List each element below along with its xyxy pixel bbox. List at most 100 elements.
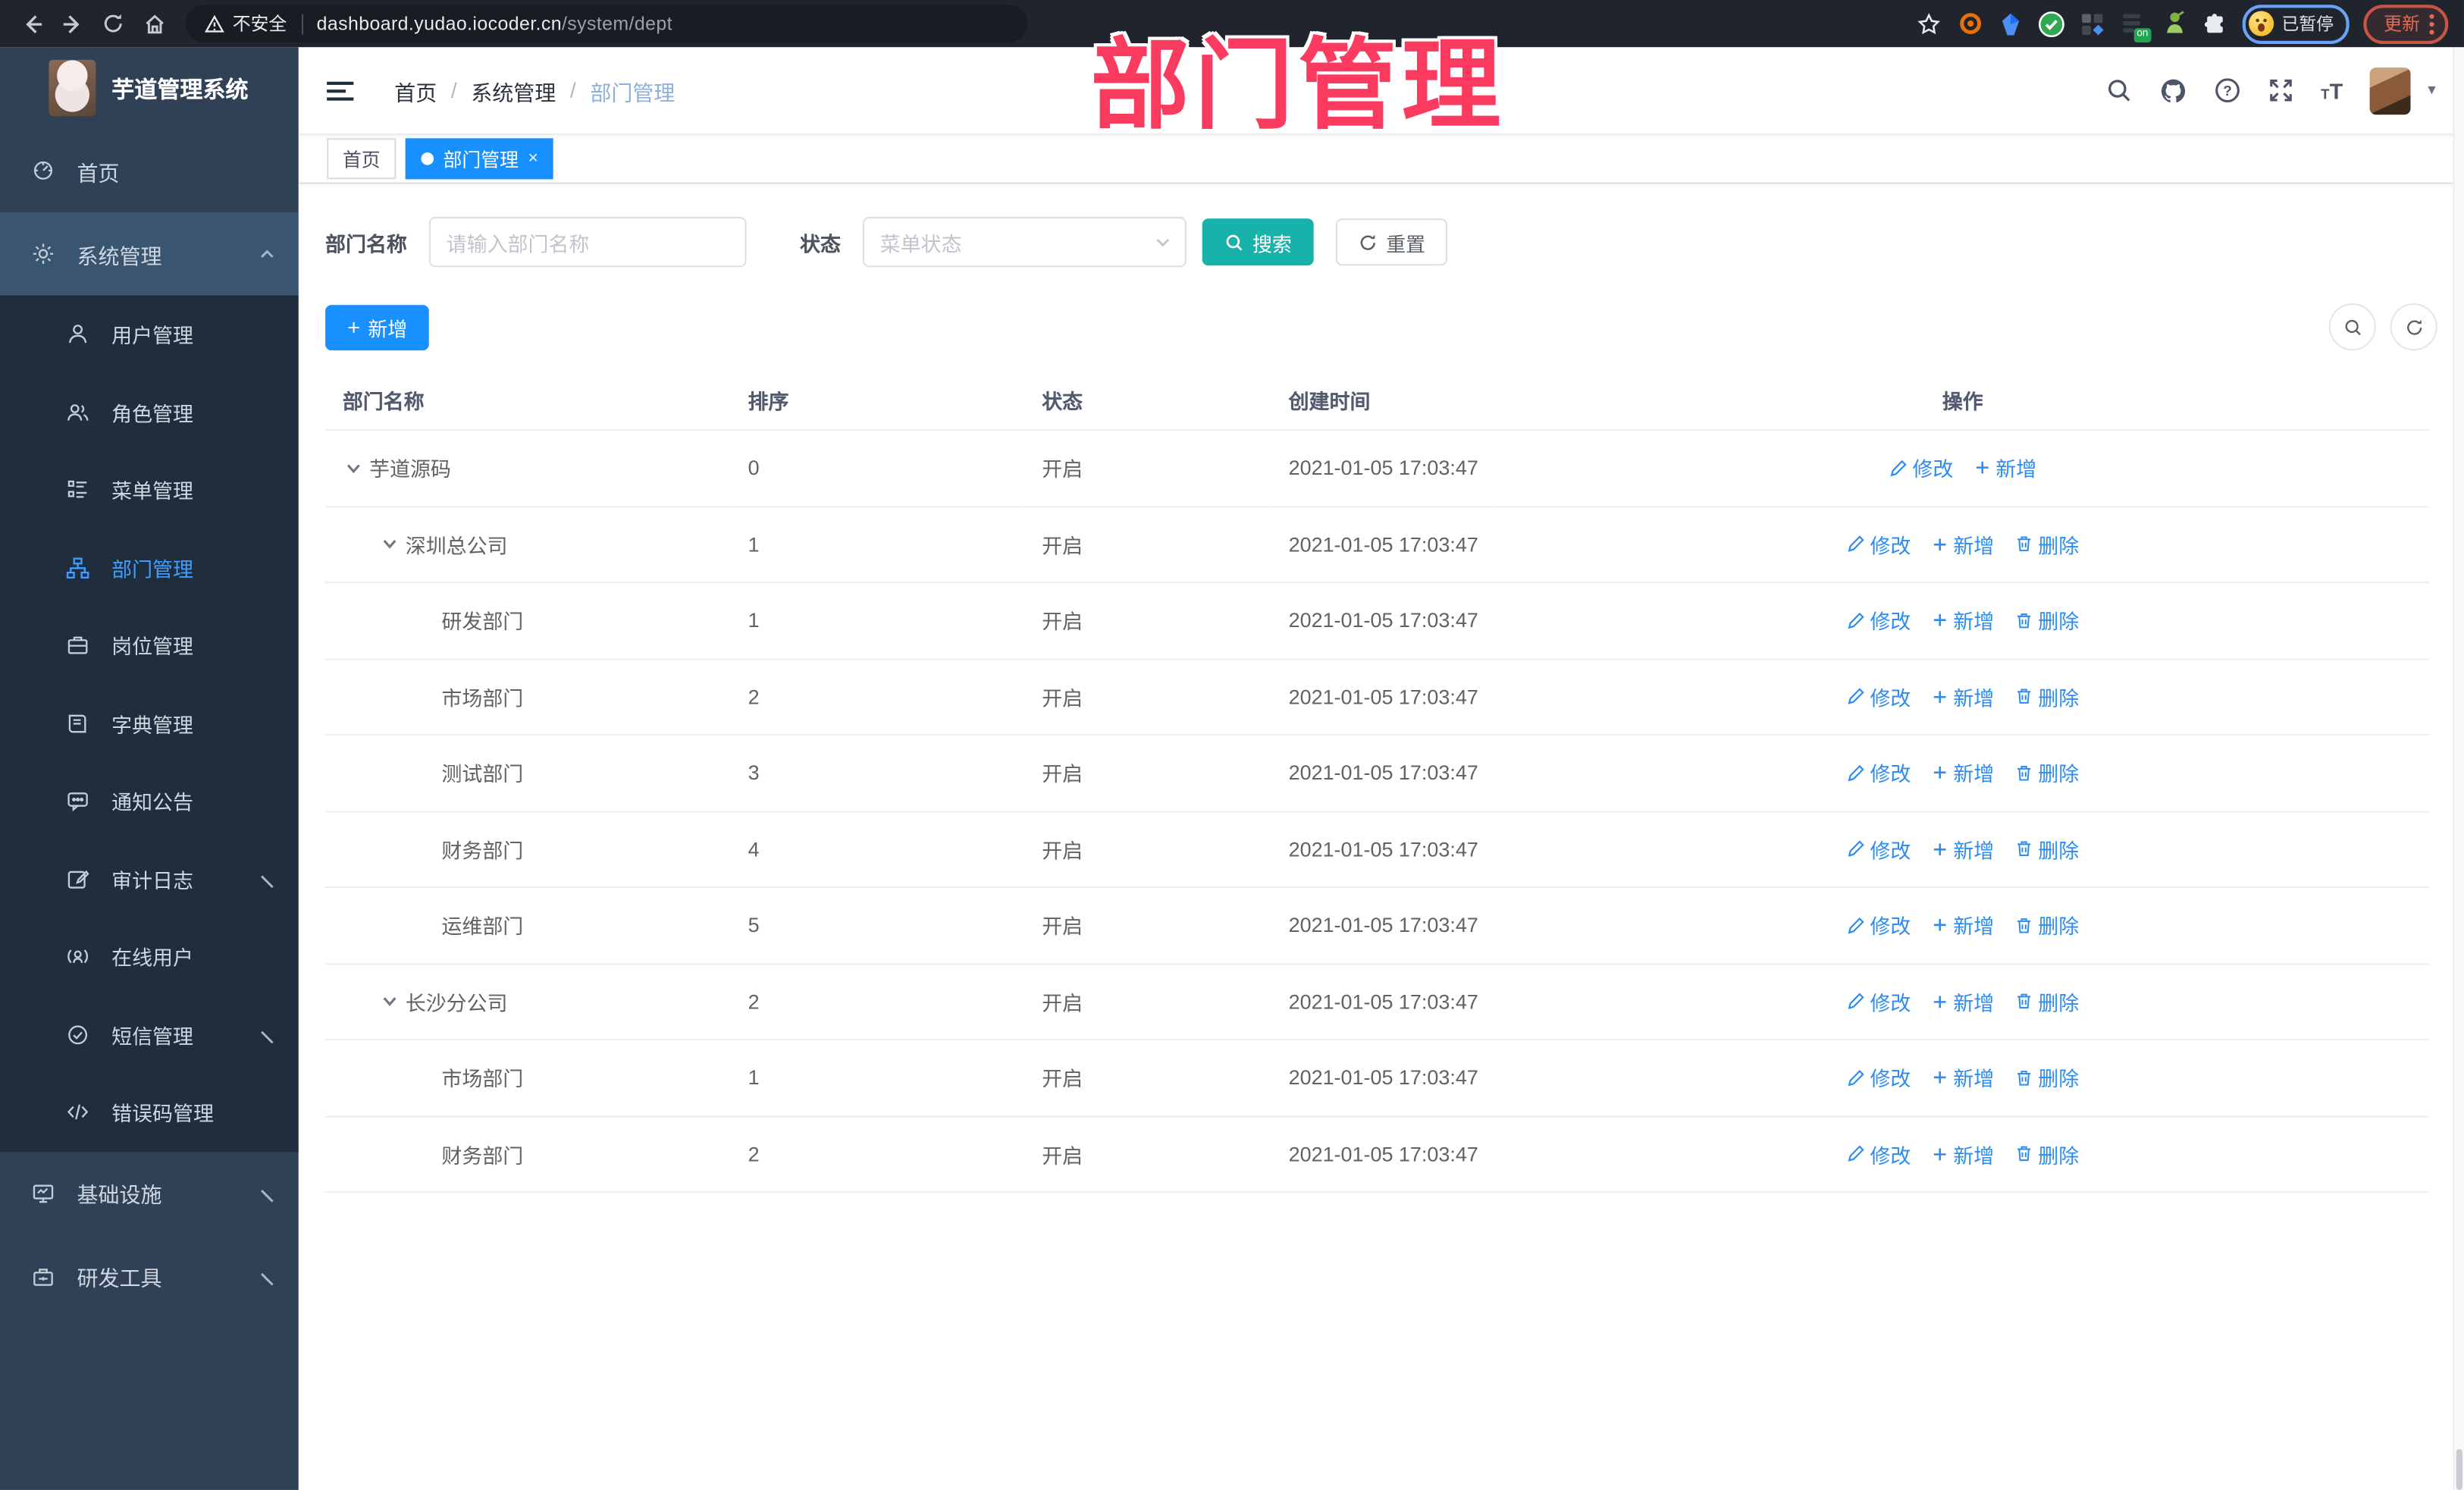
extension-green-person-icon[interactable] [2161,10,2187,36]
forward-icon[interactable] [57,8,88,39]
sidebar-item-7-item[interactable]: 字典管理 [0,684,299,763]
edit-action-link[interactable]: 修改 [1846,1139,1911,1168]
profile-avatar-icon [2249,11,2274,36]
search-button[interactable]: 搜索 [1202,218,1314,266]
extension-grid-diamond-icon[interactable] [2079,10,2105,36]
delete-action-link[interactable]: 删除 [2014,682,2079,711]
extension-blue-drop-icon[interactable] [1997,10,2024,36]
tree-expand-icon[interactable] [379,534,400,554]
add-button[interactable]: + 新增 [325,304,430,350]
add-action-link[interactable]: 新增 [1931,834,1994,864]
add-action-link[interactable]: 新增 [1931,911,1994,940]
sidebar-collapse-icon[interactable] [327,80,354,100]
github-icon[interactable] [2159,77,2187,105]
help-icon[interactable]: ? [2214,77,2240,104]
tag-tab-1[interactable]: 部门管理 × [405,138,554,180]
sidebar-item-4-item[interactable]: 菜单管理 [0,450,299,529]
back-icon[interactable] [16,8,47,39]
edit-action-link[interactable]: 修改 [1846,529,1911,559]
scrollbar[interactable] [2453,47,2464,1490]
close-icon[interactable]: × [528,149,538,168]
refresh-table-button[interactable] [2390,303,2437,351]
refresh-icon [1360,234,1376,249]
edit-action-link[interactable]: 修改 [1846,1063,1911,1093]
delete-action-link[interactable]: 删除 [2014,1063,2079,1093]
edit-action-link[interactable]: 修改 [1889,453,1953,482]
add-action-link[interactable]: 新增 [1931,987,1994,1016]
add-action-link[interactable]: 新增 [1931,529,1994,559]
add-action-link[interactable]: 新增 [1931,758,1994,788]
security-label[interactable]: 不安全 [233,11,287,36]
sidebar-item-10-item[interactable]: 在线用户 [0,918,299,996]
search-icon[interactable] [2105,77,2132,104]
delete-action-link[interactable]: 删除 [2014,606,2079,635]
sidebar-item-6-item[interactable]: 岗位管理 [0,607,299,685]
sidebar-item-12-item[interactable]: 错误码管理 [0,1073,299,1152]
sms-icon [66,1023,89,1046]
tree-expand-icon[interactable] [379,991,400,1012]
edit-action-link[interactable]: 修改 [1846,834,1911,864]
edit-action-link[interactable]: 修改 [1846,606,1911,635]
sidebar-item-8-item[interactable]: 通知公告 [0,762,299,840]
breadcrumb-item-1[interactable]: 系统管理 [471,74,556,105]
add-action-link[interactable]: 新增 [1931,1063,1994,1093]
user-avatar[interactable] [2369,67,2411,114]
app-title: 芋道管理系统 [111,77,249,103]
sidebar-item-3-item[interactable]: 角色管理 [0,373,299,451]
chevron-down-icon [258,1184,277,1203]
sidebar-item-9-item[interactable]: 审计日志 [0,839,299,918]
sidebar-item-label: 用户管理 [111,324,193,348]
dept-name-input[interactable]: 请输入部门名称 [428,217,747,268]
edit-action-link[interactable]: 修改 [1846,987,1911,1016]
add-action-link[interactable]: 新增 [1931,606,1994,635]
add-action-link[interactable]: 新增 [1931,682,1994,711]
delete-action-link[interactable]: 删除 [2014,911,2079,940]
browser-update-button[interactable]: 更新 [2363,4,2449,43]
edit-action-link[interactable]: 修改 [1846,758,1911,788]
sidebar-item-13-item[interactable]: 基础设施 [0,1151,299,1234]
edit-action-link[interactable]: 修改 [1846,682,1911,711]
app-logo-row[interactable]: 芋道管理系统 [0,47,299,129]
sidebar-item-2-item[interactable]: 用户管理 [0,295,299,374]
table-row: 研发部门 1 开启 2021-01-05 17:03:47 修改 新增 删除 [325,582,2430,660]
sidebar-item-label: 角色管理 [111,402,193,426]
toggle-search-button[interactable] [2328,303,2376,351]
delete-action-link[interactable]: 删除 [2014,758,2079,788]
dept-sort: 4 [730,811,1025,889]
browser-menu-icon[interactable] [2429,13,2434,34]
sidebar-item-1-item[interactable]: 系统管理 [0,212,299,296]
delete-action-link[interactable]: 删除 [2014,529,2079,559]
fullscreen-icon[interactable] [2268,77,2294,104]
delete-action-link[interactable]: 删除 [2014,987,2079,1016]
sidebar-item-14-item[interactable]: 研发工具 [0,1234,299,1318]
add-action-link[interactable]: 新增 [1973,453,2036,482]
sidebar-item-0-item[interactable]: 首页 [0,129,299,212]
sidebar-item-11-item[interactable]: 短信管理 [0,996,299,1074]
sidebar-item-5-active[interactable]: 部门管理 [0,529,299,607]
reload-icon[interactable] [98,8,129,39]
dept-created-time: 2021-01-05 17:03:47 [1271,1115,1497,1194]
bookmark-star-icon[interactable] [1916,10,1942,36]
tree-expand-icon[interactable] [343,458,363,478]
delete-action-link[interactable]: 删除 [2014,1139,2079,1168]
font-size-icon[interactable]: TT [2321,80,2343,102]
add-action-link[interactable]: 新增 [1931,1139,1994,1168]
extensions-puzzle-icon[interactable] [2202,10,2228,36]
url-bar[interactable]: 不安全 dashboard.yudao.iocoder.cn/system/de… [185,5,1028,42]
extension-green-check-icon[interactable] [2038,10,2064,37]
avatar-caret-icon[interactable]: ▾ [2428,82,2435,99]
browser-profile-badge[interactable]: 已暂停 [2242,4,2350,43]
infrastructure-icon [31,1181,55,1205]
home-icon[interactable] [138,8,169,39]
dept-name: 研发部门 [441,610,524,634]
delete-action-link[interactable]: 删除 [2014,834,2079,864]
tag-tab-0[interactable]: 首页 [327,138,397,180]
breadcrumb-item-0[interactable]: 首页 [394,74,437,105]
status-select[interactable]: 菜单状态 [862,217,1187,268]
extension-dark-bars-on-icon[interactable]: on [2120,10,2152,42]
edit-action-link[interactable]: 修改 [1846,911,1911,940]
sidebar-item-label: 菜单管理 [111,479,193,503]
reset-button[interactable]: 重置 [1335,218,1448,266]
dept-name: 深圳总公司 [405,534,508,558]
extension-orange-ring-icon[interactable] [1957,10,1983,36]
